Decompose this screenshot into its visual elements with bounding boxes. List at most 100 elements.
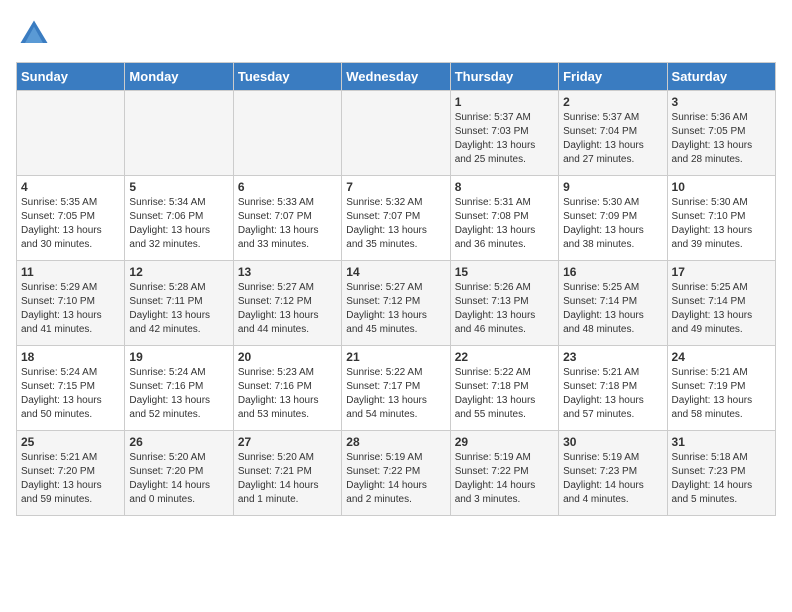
day-number: 4 (21, 180, 120, 194)
day-number: 13 (238, 265, 337, 279)
calendar-cell: 14 Sunrise: 5:27 AM Sunset: 7:12 PM Dayli… (342, 261, 450, 346)
weekday-header-thursday: Thursday (450, 63, 558, 91)
day-number: 7 (346, 180, 445, 194)
day-info: Sunrise: 5:23 AM Sunset: 7:16 PM Dayligh… (238, 366, 337, 422)
weekday-header-tuesday: Tuesday (233, 63, 341, 91)
weekday-header-friday: Friday (559, 63, 667, 91)
calendar-cell: 12 Sunrise: 5:28 AM Sunset: 7:11 PM Dayli… (125, 261, 233, 346)
day-number: 14 (346, 265, 445, 279)
calendar-cell: 29 Sunrise: 5:19 AM Sunset: 7:22 PM Dayli… (450, 431, 558, 516)
day-info: Sunrise: 5:36 AM Sunset: 7:05 PM Dayligh… (672, 111, 771, 167)
weekday-header-wednesday: Wednesday (342, 63, 450, 91)
day-number: 6 (238, 180, 337, 194)
day-info: Sunrise: 5:27 AM Sunset: 7:12 PM Dayligh… (238, 281, 337, 337)
calendar-cell: 8Sunrise: 5:31 AM Sunset: 7:08 PM Daylig… (450, 176, 558, 261)
calendar-cell: 11Sunrise: 5:29 AM Sunset: 7:10 PM Dayli… (17, 261, 125, 346)
logo (16, 16, 56, 52)
calendar-cell: 24Sunrise: 5:21 AM Sunset: 7:19 PM Dayli… (667, 346, 775, 431)
day-number: 25 (21, 435, 120, 449)
day-number: 12 (129, 265, 228, 279)
calendar-cell: 17 Sunrise: 5:25 AM Sunset: 7:14 PM Dayli… (667, 261, 775, 346)
day-info: Sunrise: 5:37 AM Sunset: 7:04 PM Dayligh… (563, 111, 662, 167)
calendar-cell: 15 Sunrise: 5:26 AM Sunset: 7:13 PM Dayli… (450, 261, 558, 346)
calendar-cell: 9Sunrise: 5:30 AM Sunset: 7:09 PM Daylig… (559, 176, 667, 261)
calendar-cell: 28 Sunrise: 5:19 AM Sunset: 7:22 PM Dayli… (342, 431, 450, 516)
day-number: 8 (455, 180, 554, 194)
day-number: 19 (129, 350, 228, 364)
day-info: Sunrise: 5:30 AM Sunset: 7:10 PM Dayligh… (672, 196, 771, 252)
day-number: 21 (346, 350, 445, 364)
day-info: Sunrise: 5:24 AM Sunset: 7:15 PM Dayligh… (21, 366, 120, 422)
day-number: 17 (672, 265, 771, 279)
day-info: Sunrise: 5:20 AM Sunset: 7:21 PM Dayligh… (238, 451, 337, 507)
calendar-week-3: 11Sunrise: 5:29 AM Sunset: 7:10 PM Dayli… (17, 261, 776, 346)
day-number: 11 (21, 265, 120, 279)
page-header (16, 16, 776, 52)
calendar-cell (125, 91, 233, 176)
day-info: Sunrise: 5:19 AM Sunset: 7:22 PM Dayligh… (455, 451, 554, 507)
calendar-cell (17, 91, 125, 176)
calendar-cell (233, 91, 341, 176)
calendar-cell: 1 Sunrise: 5:37 AM Sunset: 7:03 PM Daylig… (450, 91, 558, 176)
weekday-header-sunday: Sunday (17, 63, 125, 91)
day-number: 15 (455, 265, 554, 279)
calendar-table: SundayMondayTuesdayWednesdayThursdayFrid… (16, 62, 776, 516)
calendar-cell: 4 Sunrise: 5:35 AM Sunset: 7:05 PM Daylig… (17, 176, 125, 261)
day-info: Sunrise: 5:28 AM Sunset: 7:11 PM Dayligh… (129, 281, 228, 337)
calendar-cell (342, 91, 450, 176)
day-info: Sunrise: 5:26 AM Sunset: 7:13 PM Dayligh… (455, 281, 554, 337)
calendar-cell: 27Sunrise: 5:20 AM Sunset: 7:21 PM Dayli… (233, 431, 341, 516)
calendar-cell: 31 Sunrise: 5:18 AM Sunset: 7:23 PM Dayli… (667, 431, 775, 516)
calendar-cell: 26 Sunrise: 5:20 AM Sunset: 7:20 PM Dayli… (125, 431, 233, 516)
day-info: Sunrise: 5:25 AM Sunset: 7:14 PM Dayligh… (563, 281, 662, 337)
day-info: Sunrise: 5:22 AM Sunset: 7:17 PM Dayligh… (346, 366, 445, 422)
calendar-week-4: 18Sunrise: 5:24 AM Sunset: 7:15 PM Dayli… (17, 346, 776, 431)
calendar-cell: 3Sunrise: 5:36 AM Sunset: 7:05 PM Daylig… (667, 91, 775, 176)
calendar-cell: 7Sunrise: 5:32 AM Sunset: 7:07 PM Daylig… (342, 176, 450, 261)
calendar-cell: 20 Sunrise: 5:23 AM Sunset: 7:16 PM Dayli… (233, 346, 341, 431)
calendar-cell: 23Sunrise: 5:21 AM Sunset: 7:18 PM Dayli… (559, 346, 667, 431)
day-info: Sunrise: 5:21 AM Sunset: 7:19 PM Dayligh… (672, 366, 771, 422)
calendar-cell: 5 Sunrise: 5:34 AM Sunset: 7:06 PM Daylig… (125, 176, 233, 261)
day-info: Sunrise: 5:20 AM Sunset: 7:20 PM Dayligh… (129, 451, 228, 507)
day-number: 5 (129, 180, 228, 194)
calendar-cell: 22 Sunrise: 5:22 AM Sunset: 7:18 PM Dayli… (450, 346, 558, 431)
calendar-cell: 19Sunrise: 5:24 AM Sunset: 7:16 PM Dayli… (125, 346, 233, 431)
calendar-cell: 18Sunrise: 5:24 AM Sunset: 7:15 PM Dayli… (17, 346, 125, 431)
day-info: Sunrise: 5:22 AM Sunset: 7:18 PM Dayligh… (455, 366, 554, 422)
day-number: 30 (563, 435, 662, 449)
day-info: Sunrise: 5:18 AM Sunset: 7:23 PM Dayligh… (672, 451, 771, 507)
calendar-week-2: 4 Sunrise: 5:35 AM Sunset: 7:05 PM Daylig… (17, 176, 776, 261)
calendar-cell: 10 Sunrise: 5:30 AM Sunset: 7:10 PM Dayli… (667, 176, 775, 261)
calendar-cell: 25 Sunrise: 5:21 AM Sunset: 7:20 PM Dayli… (17, 431, 125, 516)
day-number: 10 (672, 180, 771, 194)
day-info: Sunrise: 5:21 AM Sunset: 7:20 PM Dayligh… (21, 451, 120, 507)
calendar-cell: 2 Sunrise: 5:37 AM Sunset: 7:04 PM Daylig… (559, 91, 667, 176)
day-number: 29 (455, 435, 554, 449)
day-info: Sunrise: 5:34 AM Sunset: 7:06 PM Dayligh… (129, 196, 228, 252)
day-number: 26 (129, 435, 228, 449)
day-number: 20 (238, 350, 337, 364)
calendar-cell: 16 Sunrise: 5:25 AM Sunset: 7:14 PM Dayli… (559, 261, 667, 346)
day-number: 22 (455, 350, 554, 364)
day-number: 2 (563, 95, 662, 109)
weekday-header-row: SundayMondayTuesdayWednesdayThursdayFrid… (17, 63, 776, 91)
calendar-cell: 6 Sunrise: 5:33 AM Sunset: 7:07 PM Daylig… (233, 176, 341, 261)
calendar-cell: 21 Sunrise: 5:22 AM Sunset: 7:17 PM Dayli… (342, 346, 450, 431)
weekday-header-saturday: Saturday (667, 63, 775, 91)
day-info: Sunrise: 5:19 AM Sunset: 7:22 PM Dayligh… (346, 451, 445, 507)
day-info: Sunrise: 5:21 AM Sunset: 7:18 PM Dayligh… (563, 366, 662, 422)
day-number: 28 (346, 435, 445, 449)
day-info: Sunrise: 5:35 AM Sunset: 7:05 PM Dayligh… (21, 196, 120, 252)
calendar-cell: 13 Sunrise: 5:27 AM Sunset: 7:12 PM Dayli… (233, 261, 341, 346)
day-number: 1 (455, 95, 554, 109)
calendar-cell: 30Sunrise: 5:19 AM Sunset: 7:23 PM Dayli… (559, 431, 667, 516)
day-info: Sunrise: 5:27 AM Sunset: 7:12 PM Dayligh… (346, 281, 445, 337)
day-info: Sunrise: 5:33 AM Sunset: 7:07 PM Dayligh… (238, 196, 337, 252)
day-info: Sunrise: 5:25 AM Sunset: 7:14 PM Dayligh… (672, 281, 771, 337)
weekday-header-monday: Monday (125, 63, 233, 91)
day-info: Sunrise: 5:30 AM Sunset: 7:09 PM Dayligh… (563, 196, 662, 252)
day-number: 16 (563, 265, 662, 279)
day-info: Sunrise: 5:37 AM Sunset: 7:03 PM Dayligh… (455, 111, 554, 167)
day-number: 31 (672, 435, 771, 449)
